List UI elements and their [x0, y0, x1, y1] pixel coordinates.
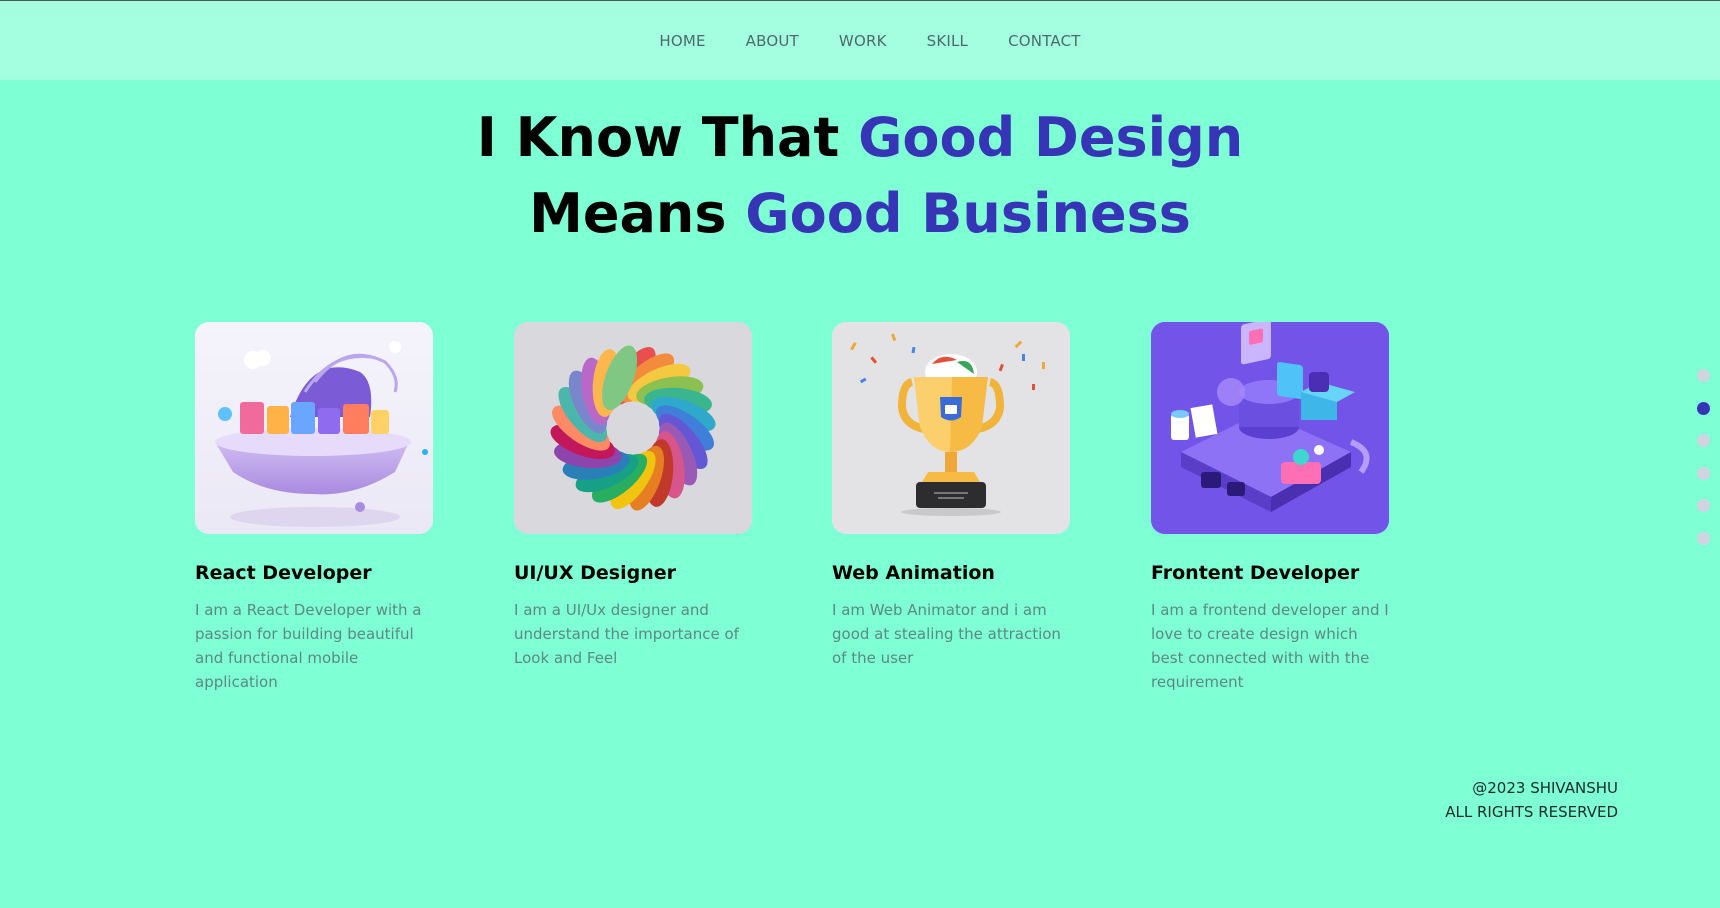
section-pager: [1697, 369, 1710, 564]
card-uiux-designer: UI/UX Designer I am a UI/Ux designer and…: [514, 322, 752, 670]
footer-rights: ALL RIGHTS RESERVED: [1445, 803, 1618, 821]
headline-line-1: I Know That Good Design: [0, 100, 1720, 176]
footer: @2023 SHIVANSHU ALL RIGHTS RESERVED: [1445, 776, 1618, 824]
card-web-animation: Web Animation I am Web Animator and i am…: [832, 322, 1070, 670]
nav-home-link[interactable]: HOME: [659, 32, 705, 50]
card-title: Frontent Developer: [1151, 562, 1360, 584]
card-description: I am a React Developer with a passion fo…: [195, 601, 422, 691]
pager-dot[interactable]: [1697, 434, 1710, 447]
card-title: React Developer: [195, 562, 372, 584]
isometric-workstation-illustration-icon: [1151, 322, 1389, 534]
card-frontend-developer: Frontent Developer I am a frontend devel…: [1151, 322, 1389, 694]
headline-line-2: Means Good Business: [0, 176, 1720, 252]
headline-line1-plain: I Know That: [476, 106, 859, 169]
card-react-developer: React Developer I am a React Developer w…: [195, 322, 433, 694]
footer-copyright: @2023 SHIVANSHU: [1472, 779, 1618, 797]
headline-line2-accent: Good Business: [745, 182, 1191, 245]
card-title: UI/UX Designer: [514, 562, 676, 584]
hero-headline: I Know That Good Design Means Good Busin…: [0, 100, 1720, 252]
nav-skill-link[interactable]: SKILL: [927, 32, 969, 50]
card-description: I am Web Animator and i am good at steal…: [832, 601, 1061, 667]
pager-dot[interactable]: [1697, 466, 1710, 480]
swatch-center: [609, 404, 657, 452]
top-navbar: HOME ABOUT WORK SKILL CONTACT: [0, 1, 1720, 80]
pager-dot[interactable]: [1697, 369, 1710, 382]
nav-contact-link[interactable]: CONTACT: [1008, 32, 1081, 50]
headline-line1-accent: Good Design: [858, 106, 1244, 169]
pager-dot-active[interactable]: [1697, 401, 1710, 415]
headline-line2-plain: Means: [529, 182, 746, 245]
color-swatch-ring-illustration-icon: [514, 322, 752, 534]
nav-about-link[interactable]: ABOUT: [746, 32, 799, 50]
card-description: I am a UI/Ux designer and understand the…: [514, 601, 739, 667]
play-island-illustration-icon: [195, 322, 433, 534]
trophy-illustration-icon: [832, 322, 1070, 534]
card-title: Web Animation: [832, 562, 995, 584]
pager-dot[interactable]: [1697, 499, 1710, 512]
nav-work-link[interactable]: WORK: [839, 32, 887, 50]
card-description: I am a frontend developer and I love to …: [1151, 601, 1389, 691]
pager-dot[interactable]: [1697, 531, 1710, 545]
